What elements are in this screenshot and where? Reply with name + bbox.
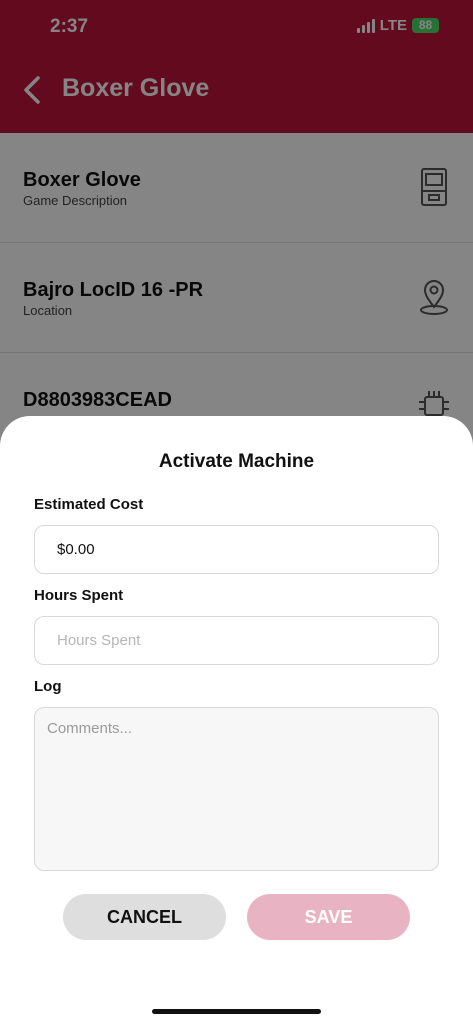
home-indicator — [152, 1009, 321, 1014]
estimated-cost-label: Estimated Cost — [34, 496, 144, 513]
hours-spent-label: Hours Spent — [34, 587, 124, 604]
cancel-button[interactable]: CANCEL — [63, 894, 226, 940]
log-label: Log — [34, 678, 62, 695]
save-button[interactable]: SAVE — [247, 894, 410, 940]
hours-spent-input[interactable] — [34, 616, 439, 665]
log-comments-textarea[interactable] — [34, 707, 439, 871]
activate-machine-sheet: Activate Machine Estimated Cost Hours Sp… — [0, 416, 473, 1024]
sheet-title: Activate Machine — [158, 451, 315, 472]
estimated-cost-input[interactable] — [34, 525, 439, 574]
